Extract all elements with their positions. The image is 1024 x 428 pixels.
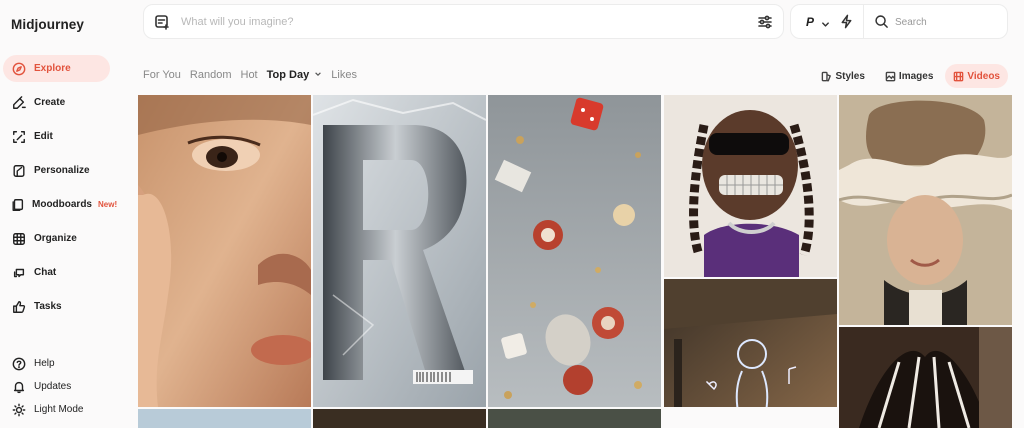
gallery-item-partial-3[interactable] (488, 409, 661, 428)
nav-create[interactable]: Create (3, 89, 110, 116)
gallery-item-wings[interactable] (839, 327, 1012, 428)
nav-help-label: Help (34, 358, 55, 369)
gallery-item-chrome-r[interactable] (313, 95, 486, 407)
film-icon (954, 71, 964, 81)
filter-random[interactable]: Random (190, 69, 232, 81)
nav-light-mode-label: Light Mode (34, 404, 84, 415)
gallery-item-portrait[interactable] (138, 95, 311, 407)
prompt-bar[interactable]: What will you imagine? (143, 4, 784, 39)
divider (863, 5, 864, 38)
nav-moodboards-label: Moodboards (32, 199, 92, 210)
palette-icon (822, 71, 832, 81)
chevron-down-icon (315, 72, 322, 77)
surreal-portrait-image (839, 95, 1012, 325)
thumbs-up-icon (11, 299, 27, 315)
nav-chat[interactable]: Chat (3, 259, 110, 286)
braided-character-image (664, 95, 837, 277)
grid-icon (11, 231, 27, 247)
view-videos-label: Videos (967, 70, 1000, 82)
new-badge: New! (98, 200, 118, 209)
gallery-item-dice[interactable] (488, 95, 661, 407)
nav-edit[interactable]: Edit (3, 123, 110, 150)
nav-create-label: Create (34, 97, 66, 108)
help-icon (11, 356, 27, 372)
view-videos[interactable]: Videos (945, 64, 1008, 88)
filter-top-day-label: Top Day (266, 69, 310, 81)
view-images-label: Images (898, 70, 934, 82)
nav-light-mode[interactable]: Light Mode (3, 396, 110, 423)
edit-icon (11, 129, 27, 145)
sun-icon (11, 402, 27, 418)
nav-personalize-label: Personalize (34, 165, 90, 176)
view-images[interactable]: Images (877, 64, 941, 88)
sidebar: Midjourney Explore Create Edit Personali… (0, 0, 128, 428)
gallery-item-clouds[interactable] (839, 95, 1012, 325)
search-input[interactable]: Search (895, 17, 927, 28)
view-styles[interactable]: Styles (813, 64, 872, 88)
compass-icon (11, 61, 27, 77)
nav-personalize[interactable]: Personalize (3, 157, 110, 184)
filter-hot[interactable]: Hot (241, 69, 258, 81)
brush-icon (11, 95, 27, 111)
nav-moodboards[interactable]: Moodboards New! (3, 191, 117, 218)
dark-wings-image (839, 327, 1012, 428)
nav-organize-label: Organize (34, 233, 77, 244)
settings-sliders-icon[interactable] (757, 14, 773, 35)
personalize-icon (11, 163, 27, 179)
view-styles-label: Styles (835, 70, 865, 82)
gallery-item-partial-2[interactable] (313, 409, 486, 428)
nav-explore[interactable]: Explore (3, 55, 110, 82)
nav-organize[interactable]: Organize (3, 225, 110, 252)
brand-logo[interactable]: Midjourney (11, 17, 84, 32)
content-type-switch: Styles Images Videos (813, 64, 1008, 88)
prompt-input[interactable]: What will you imagine? (181, 16, 294, 28)
gallery-item-neon[interactable] (664, 279, 837, 407)
gallery-item-braids[interactable] (664, 95, 837, 277)
chrome-letter-image (313, 95, 486, 407)
feed-filters: For You Random Hot Top Day Likes (143, 69, 357, 81)
bell-icon (11, 379, 27, 395)
search-icon[interactable] (874, 14, 889, 34)
gallery-item-partial-1[interactable] (138, 409, 311, 428)
nav-tasks[interactable]: Tasks (3, 293, 110, 320)
nav-chat-label: Chat (34, 267, 57, 278)
moodboards-icon (11, 197, 25, 213)
filter-top-day[interactable]: Top Day (267, 69, 323, 81)
controls-box: P Search (790, 4, 1008, 39)
nav-updates-label: Updates (34, 381, 72, 392)
chat-icon (11, 265, 27, 281)
nav-edit-label: Edit (34, 131, 53, 142)
chevron-down-icon[interactable] (821, 16, 830, 34)
lightning-icon[interactable] (839, 14, 854, 34)
nav-tasks-label: Tasks (34, 301, 62, 312)
portrait-image (138, 95, 311, 407)
image-add-icon[interactable] (154, 14, 170, 35)
image-icon (885, 71, 896, 81)
dice-chips-image (488, 95, 661, 407)
filter-for-you[interactable]: For You (143, 69, 181, 81)
personalization-mode-toggle[interactable]: P (806, 15, 814, 29)
neon-figure-image (664, 279, 837, 407)
nav-explore-label: Explore (34, 63, 71, 74)
filter-likes[interactable]: Likes (331, 69, 357, 81)
